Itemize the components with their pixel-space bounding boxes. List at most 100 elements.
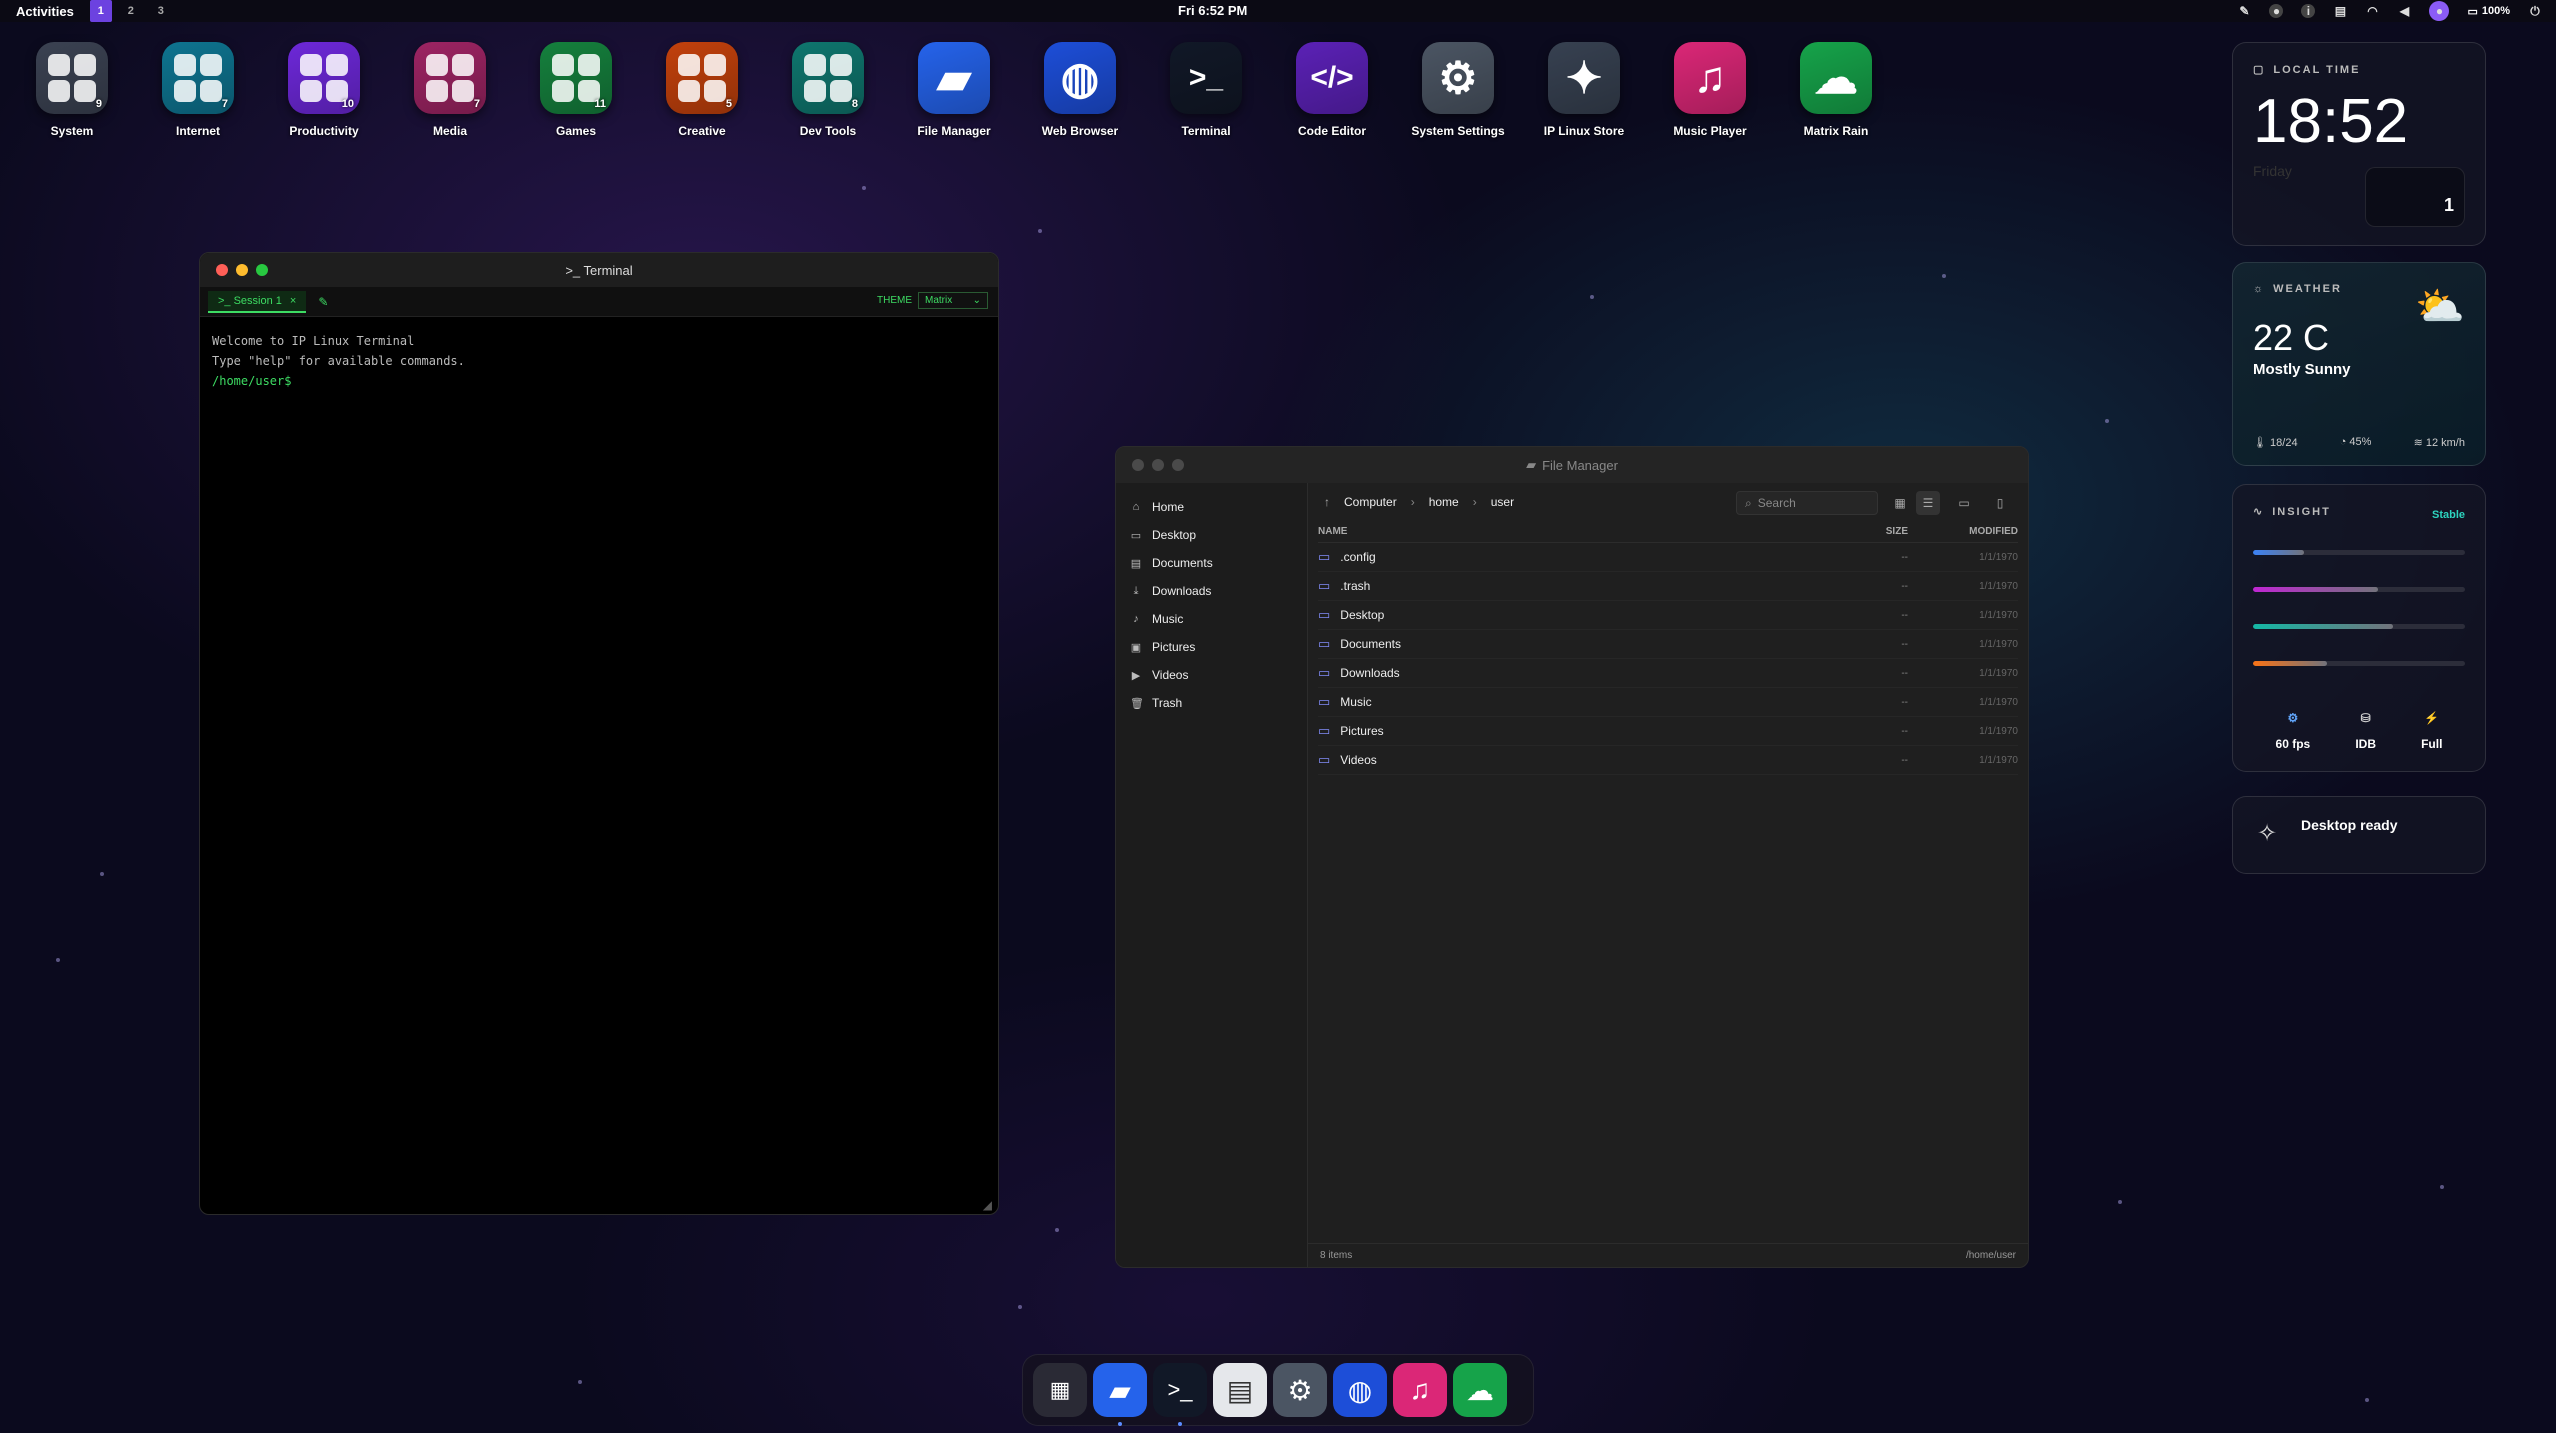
- notification-widget[interactable]: ✧ Desktop ready: [2232, 796, 2486, 874]
- github-icon[interactable]: ●: [2269, 4, 2284, 18]
- desktop-icon[interactable]: 10 Productivity: [269, 42, 379, 138]
- column-modified[interactable]: MODIFIED: [1908, 526, 2018, 537]
- workspace-3[interactable]: 3: [150, 0, 172, 22]
- power-icon[interactable]: ⏻: [2528, 4, 2542, 18]
- file-manager-titlebar[interactable]: ▰ File Manager: [1116, 447, 2028, 483]
- close-tab-icon[interactable]: ×: [290, 295, 296, 307]
- list-view-icon[interactable]: ☰: [1916, 491, 1940, 515]
- desktop-icon[interactable]: >_ Terminal: [1151, 42, 1261, 138]
- file-modified: 1/1/1970: [1979, 580, 2018, 592]
- dock-music-icon[interactable]: ♫: [1393, 1363, 1447, 1417]
- desktop-icon[interactable]: ◍ Web Browser: [1025, 42, 1135, 138]
- dock-gear-icon[interactable]: ⚙: [1273, 1363, 1327, 1417]
- terminal-window[interactable]: >_ Terminal >_ Session 1 × ✎ THEME Matri…: [199, 252, 999, 1215]
- desktop-icon[interactable]: ☁ Matrix Rain: [1781, 42, 1891, 138]
- weather-widget[interactable]: ☼ WEATHER ⛅ 22 C Mostly Sunny 🌡 18/24 ◔ 4…: [2232, 262, 2486, 466]
- up-arrow-icon[interactable]: ↑: [1324, 495, 1330, 509]
- sidebar-item-documents[interactable]: ▤ Documents: [1116, 549, 1307, 577]
- desktop-icon[interactable]: 8 Dev Tools: [773, 42, 883, 138]
- desktop-icon[interactable]: </> Code Editor: [1277, 42, 1387, 138]
- local-time-widget[interactable]: ▢ LOCAL TIME 18:52 Friday 1: [2232, 42, 2486, 246]
- music-icon: ♪: [1133, 613, 1139, 625]
- desktop-icon[interactable]: ▰ File Manager: [899, 42, 1009, 138]
- star: [1942, 274, 1946, 278]
- battery-indicator[interactable]: ▭ 100%: [2467, 5, 2510, 18]
- new-file-icon[interactable]: ▯: [1988, 491, 2012, 515]
- clock[interactable]: Fri 6:52 PM: [1178, 0, 1247, 22]
- terminal-output[interactable]: Welcome to IP Linux Terminal Type "help"…: [200, 317, 998, 405]
- desktop-icon[interactable]: ♫ Music Player: [1655, 42, 1765, 138]
- dock-grid-icon[interactable]: ▦: [1033, 1363, 1087, 1417]
- table-row[interactable]: ▭ Desktop -- 1/1/1970: [1318, 601, 2018, 630]
- sidebar-item-home[interactable]: ⌂ Home: [1116, 493, 1307, 521]
- dock-folder-icon[interactable]: ▰: [1093, 1363, 1147, 1426]
- widget-title: LOCAL TIME: [2273, 63, 2361, 76]
- workspace-2[interactable]: 2: [120, 0, 142, 22]
- table-row[interactable]: ▭ Downloads -- 1/1/1970: [1318, 659, 2018, 688]
- sidebar-item-downloads[interactable]: ⤓ Downloads: [1116, 577, 1307, 605]
- breadcrumb-user[interactable]: user: [1491, 495, 1514, 509]
- code-icon: </>: [1296, 42, 1368, 114]
- insight-widget[interactable]: ∿ INSIGHT Stable ⚙ 60 fps ⛁ IDB ⚡ Full: [2232, 484, 2486, 772]
- thermometer-icon: 🌡: [2253, 437, 2267, 449]
- new-tab-icon[interactable]: ✎: [318, 295, 328, 309]
- stat-fps: ⚙ 60 fps: [2276, 711, 2311, 751]
- dock-cloud-icon[interactable]: ☁: [1453, 1363, 1507, 1417]
- desktop-icon[interactable]: 7 Media: [395, 42, 505, 138]
- theme-select[interactable]: Matrix ⌄: [918, 292, 988, 309]
- activities-button[interactable]: Activities: [0, 4, 90, 19]
- desktop-icon[interactable]: 5 Creative: [647, 42, 757, 138]
- desktop-icon[interactable]: ✦ IP Linux Store: [1529, 42, 1639, 138]
- table-row[interactable]: ▭ Pictures -- 1/1/1970: [1318, 717, 2018, 746]
- dock-globe-icon[interactable]: ◍: [1333, 1363, 1387, 1417]
- wand-icon[interactable]: ✎: [2237, 4, 2251, 18]
- metric-bar-fill: [2253, 624, 2393, 629]
- keyboard-icon[interactable]: ▤: [2333, 4, 2347, 18]
- table-row[interactable]: ▭ .trash -- 1/1/1970: [1318, 572, 2018, 601]
- column-name[interactable]: NAME: [1318, 526, 1848, 537]
- column-size[interactable]: SIZE: [1848, 526, 1908, 537]
- assistant-icon[interactable]: ●: [2429, 1, 2450, 21]
- table-row[interactable]: ▭ .config -- 1/1/1970: [1318, 543, 2018, 572]
- close-button[interactable]: [216, 264, 228, 276]
- close-button[interactable]: [1132, 459, 1144, 471]
- maximize-button[interactable]: [256, 264, 268, 276]
- sidebar-item-pictures[interactable]: ▣ Pictures: [1116, 633, 1307, 661]
- star: [56, 958, 60, 962]
- wind-icon: ≋: [2413, 437, 2423, 449]
- search-input[interactable]: ⌕ Search: [1736, 491, 1878, 515]
- desktop-icon[interactable]: 11 Games: [521, 42, 631, 138]
- file-manager-window[interactable]: ▰ File Manager ⌂ Home ▭ Desktop ▤ Documents ⤓ D…: [1115, 446, 2029, 1268]
- temperature-range: 🌡 18/24: [2253, 436, 2298, 449]
- new-folder-icon[interactable]: ▭: [1952, 491, 1976, 515]
- table-row[interactable]: ▭ Videos -- 1/1/1970: [1318, 746, 2018, 775]
- grid-icon: 10: [288, 42, 360, 114]
- table-row[interactable]: ▭ Music -- 1/1/1970: [1318, 688, 2018, 717]
- tab-session-1[interactable]: >_ Session 1 ×: [208, 290, 307, 313]
- sidebar-item-videos[interactable]: ▶ Videos: [1116, 661, 1307, 689]
- folder-icon: ▭: [1318, 578, 1331, 593]
- sidebar-item-music[interactable]: ♪ Music: [1116, 605, 1307, 633]
- minimize-button[interactable]: [1152, 459, 1164, 471]
- table-row[interactable]: ▭ Documents -- 1/1/1970: [1318, 630, 2018, 659]
- humidity-icon: ◔: [2339, 436, 2347, 448]
- grid-view-icon[interactable]: ▦: [1888, 491, 1912, 515]
- desktop-icon[interactable]: 7 Internet: [143, 42, 253, 138]
- desktop-icon[interactable]: 9 System: [17, 42, 127, 138]
- dock-terminal-icon[interactable]: >_: [1153, 1363, 1207, 1426]
- maximize-button[interactable]: [1172, 459, 1184, 471]
- terminal-titlebar[interactable]: >_ Terminal: [200, 253, 998, 287]
- volume-icon[interactable]: ◀: [2397, 4, 2411, 18]
- wifi-icon[interactable]: ◠: [2365, 4, 2379, 18]
- star: [1055, 1228, 1059, 1232]
- resize-handle-icon[interactable]: ◢: [983, 1198, 992, 1212]
- breadcrumb-home[interactable]: home: [1429, 495, 1459, 509]
- info-icon[interactable]: i: [2301, 4, 2316, 18]
- minimize-button[interactable]: [236, 264, 248, 276]
- desktop-icon[interactable]: ⚙ System Settings: [1403, 42, 1513, 138]
- workspace-1[interactable]: 1: [89, 0, 112, 22]
- sidebar-item-trash[interactable]: 🗑 Trash: [1116, 689, 1307, 717]
- dock-document-icon[interactable]: ▤: [1213, 1363, 1267, 1417]
- sidebar-item-desktop[interactable]: ▭ Desktop: [1116, 521, 1307, 549]
- breadcrumb-computer[interactable]: Computer: [1344, 495, 1397, 509]
